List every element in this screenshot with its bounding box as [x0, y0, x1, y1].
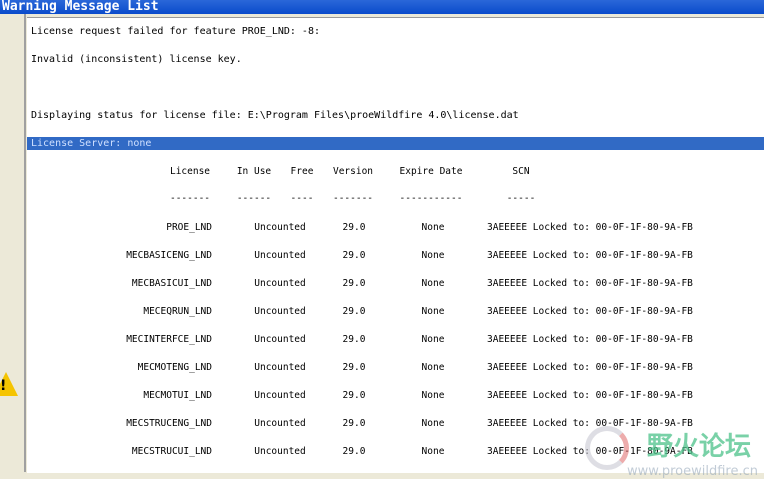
left-panel [0, 14, 26, 472]
scn: 3AEEEEE Locked to: 00-0F-1F-80-9A-FB [487, 278, 693, 289]
window-title: Warning Message List [0, 0, 764, 14]
watermark-logo [585, 426, 629, 470]
message-line: Displaying status for license file: E:\P… [31, 110, 519, 121]
expire-date: None [421, 278, 445, 289]
expire-date: None [421, 446, 445, 457]
expire-date: None [421, 418, 445, 429]
license-name: PROE_LND [166, 222, 212, 233]
watermark-text: 野火论坛 [647, 432, 752, 462]
expire-date: None [421, 250, 445, 261]
license-name: MECSTRUCUI_LND [131, 446, 212, 457]
license-name: MECBASICUI_LND [131, 278, 212, 289]
license-name: MECMOTUI_LND [143, 390, 212, 401]
license-name: MECBASICENG_LND [126, 250, 212, 261]
expire-date: None [421, 390, 445, 401]
license-name: MECINTERFCE_LND [126, 334, 212, 345]
message-line: License request failed for feature PROE_… [31, 26, 320, 37]
column-divider: ----- [506, 193, 536, 204]
expire-date: None [421, 306, 445, 317]
column-header: SCN [512, 166, 530, 177]
license-name: MECEQRUN_LND [143, 306, 212, 317]
scn: 3AEEEEE Locked to: 00-0F-1F-80-9A-FB [487, 306, 693, 317]
license-name: MECMOTENG_LND [137, 362, 212, 373]
scn: 3AEEEEE Locked to: 00-0F-1F-80-9A-FB [487, 390, 693, 401]
expire-date: None [421, 334, 445, 345]
scn: 3AEEEEE Locked to: 00-0F-1F-80-9A-FB [487, 222, 693, 233]
message-list[interactable]: License request failed for feature PROE_… [27, 17, 764, 479]
expire-date: None [421, 362, 445, 373]
expire-date: None [421, 222, 445, 233]
license-name: MECSTRUCENG_LND [126, 418, 212, 429]
scn: 3AEEEEE Locked to: 00-0F-1F-80-9A-FB [487, 362, 693, 373]
message-line: Invalid (inconsistent) license key. [31, 54, 242, 65]
warning-icon-mark: ! [0, 378, 7, 394]
scn: 3AEEEEE Locked to: 00-0F-1F-80-9A-FB [487, 250, 693, 261]
selected-line-license-server[interactable]: License Server: none [27, 137, 764, 150]
scn: 3AEEEEE Locked to: 00-0F-1F-80-9A-FB [487, 334, 693, 345]
